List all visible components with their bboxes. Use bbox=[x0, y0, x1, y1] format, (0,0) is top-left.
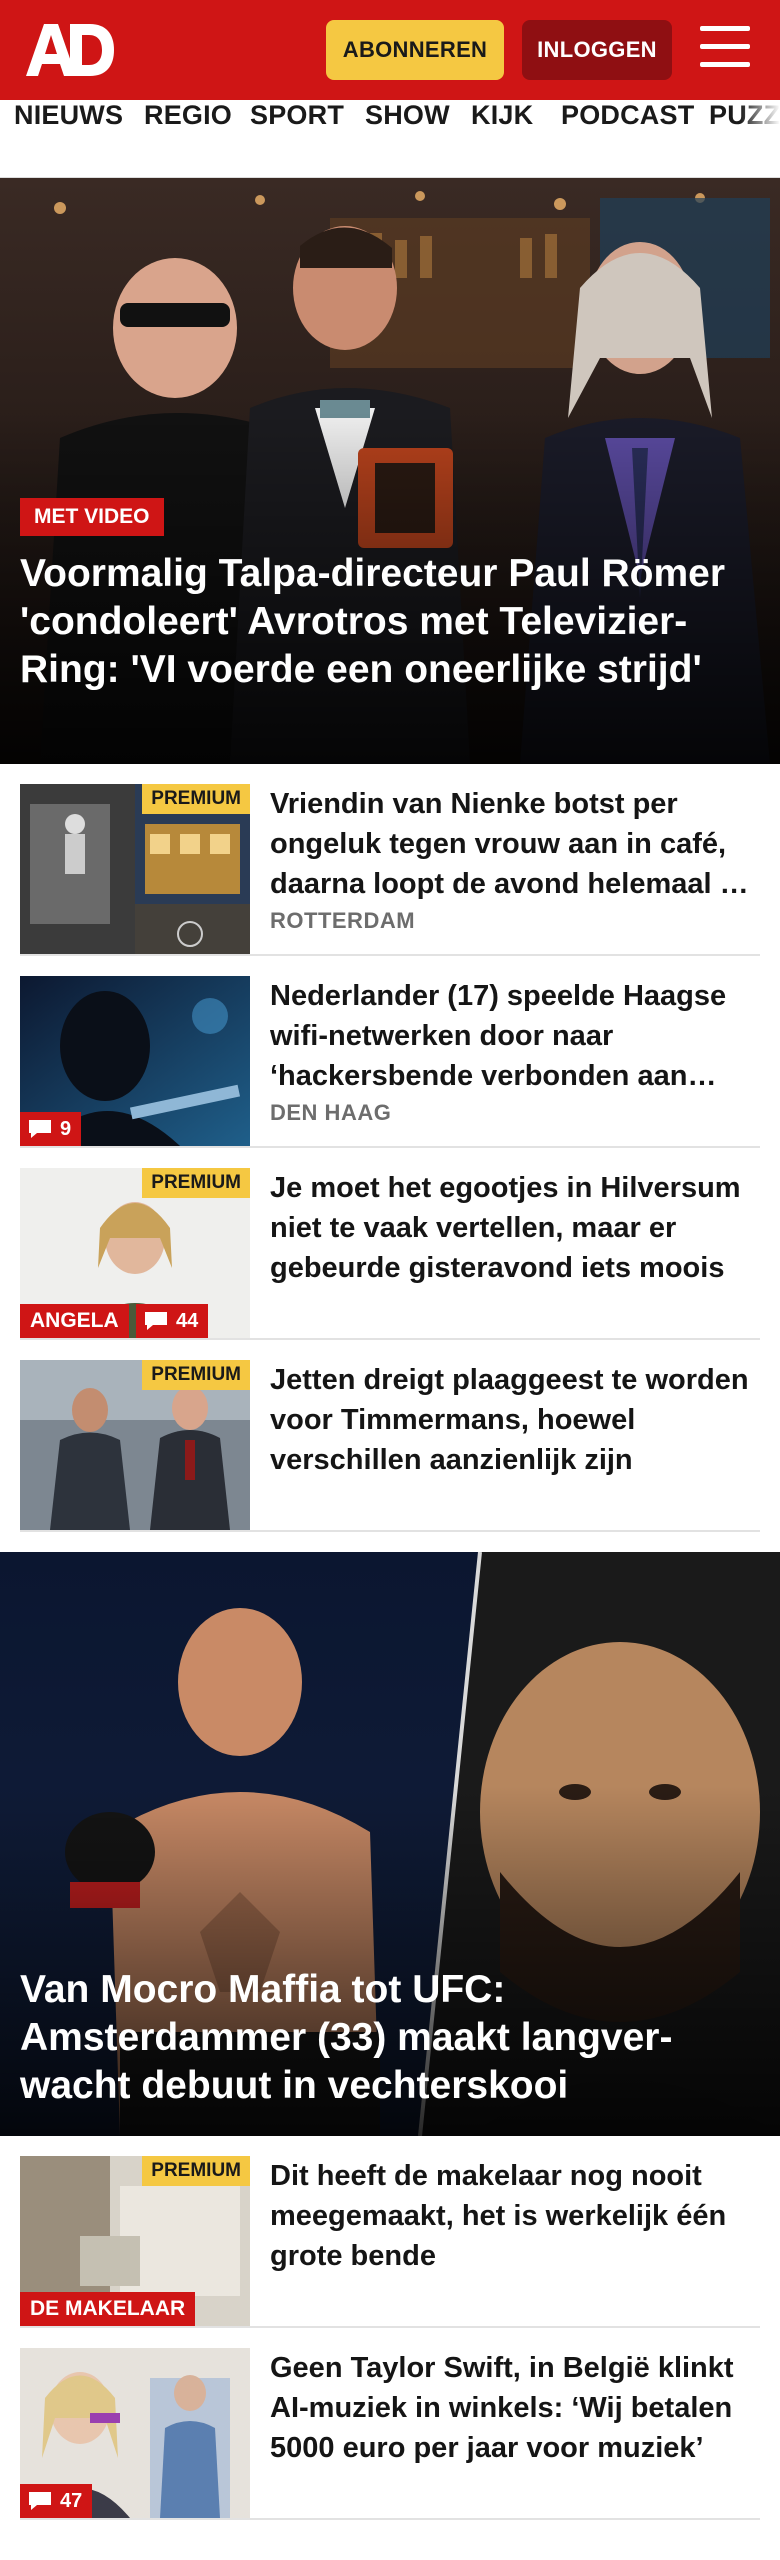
nav-scroll-fade bbox=[740, 100, 780, 177]
comment-count-badge: 44 bbox=[136, 1304, 209, 1338]
nav-item-kijk[interactable]: KIJK bbox=[471, 100, 533, 177]
premium-badge: PREMIUM bbox=[142, 784, 250, 814]
article-headline[interactable]: Je moet het egootjes in Hilversum niet t… bbox=[270, 1168, 760, 1288]
hero-1-title[interactable]: Voormalig Talpa-directeur Paul Römer 'co… bbox=[20, 550, 740, 694]
article-thumbnail: PREMIUM bbox=[20, 784, 250, 954]
login-button[interactable]: INLOGGEN bbox=[522, 20, 672, 80]
nav-item-regio[interactable]: REGIO bbox=[144, 100, 232, 177]
article-thumbnail: PREMIUM ANGELA 44 bbox=[20, 1168, 250, 1338]
article-headline[interactable]: Nederlander (17) speelde Haagse wifi-net… bbox=[270, 976, 760, 1096]
nav-item-podcast[interactable]: PODCAST bbox=[561, 100, 694, 177]
section-tag[interactable]: DE MAKELAAR bbox=[20, 2292, 196, 2326]
article-thumbnail: PREMIUM bbox=[20, 1360, 250, 1530]
comment-count: 9 bbox=[60, 1118, 72, 1140]
premium-badge: PREMIUM bbox=[142, 1360, 250, 1390]
article-headline[interactable]: Vriendin van Nienke botst per ongeluk te… bbox=[270, 784, 760, 904]
hamburger-menu-icon[interactable] bbox=[696, 22, 756, 78]
nav-item-sport[interactable]: SPORT bbox=[250, 100, 344, 177]
article-headline[interactable]: Geen Taylor Swift, in België klinkt AI-m… bbox=[270, 2348, 760, 2468]
section-tag[interactable]: ANGELA bbox=[20, 1304, 129, 1338]
list-item[interactable]: 47 Geen Taylor Swift, in België klinkt A… bbox=[20, 2328, 760, 2520]
article-headline[interactable]: Dit heeft de makelaar nog nooit meegemaa… bbox=[270, 2156, 760, 2276]
list-item[interactable]: PREMIUM Vriendin van Nienke botst per on… bbox=[20, 764, 760, 956]
subscribe-button[interactable]: ABONNEREN bbox=[326, 20, 504, 80]
video-badge: MET VIDEO bbox=[20, 498, 164, 536]
list-item[interactable]: 9 Nederlander (17) speelde Haagse wifi-n… bbox=[20, 956, 760, 1148]
comment-icon bbox=[28, 1119, 52, 1139]
comment-count-badge: 47 bbox=[20, 2484, 93, 2518]
ad-logo[interactable] bbox=[24, 20, 116, 80]
article-location: ROTTERDAM bbox=[270, 908, 416, 933]
premium-badge: PREMIUM bbox=[142, 2156, 250, 2186]
article-thumbnail: PREMIUM DE MAKELAAR bbox=[20, 2156, 250, 2326]
section-nav: NIEUWS REGIO SPORT SHOW KIJK PODCAST PUZ… bbox=[0, 100, 780, 178]
list-item[interactable]: PREMIUM DE MAKELAAR Dit heeft de makelaa… bbox=[20, 2136, 760, 2328]
nav-item-show[interactable]: SHOW bbox=[365, 100, 450, 177]
hero-article-2[interactable]: Van Mocro Maffia tot UFC: Amsterdammer (… bbox=[0, 1552, 780, 2136]
article-headline[interactable]: Jetten dreigt plaaggeest te worden voor … bbox=[270, 1360, 760, 1480]
comment-icon bbox=[144, 1311, 168, 1331]
list-item[interactable]: PREMIUM Jetten dreigt plaaggeest te word… bbox=[20, 1340, 760, 1532]
article-location: DEN HAAG bbox=[270, 1100, 392, 1125]
comment-count: 44 bbox=[176, 1310, 199, 1332]
article-thumbnail: 47 bbox=[20, 2348, 250, 2518]
top-header: ABONNEREN INLOGGEN bbox=[0, 0, 780, 100]
comment-icon bbox=[28, 2491, 52, 2511]
hero-2-title[interactable]: Van Mocro Maffia tot UFC: Amsterdammer (… bbox=[20, 1966, 740, 2110]
list-item[interactable]: PREMIUM ANGELA 44 Je moet het egootjes i… bbox=[20, 1148, 760, 1340]
article-thumbnail: 9 bbox=[20, 976, 250, 1146]
nav-item-nieuws[interactable]: NIEUWS bbox=[14, 100, 123, 177]
comment-count-badge: 9 bbox=[20, 1112, 82, 1146]
premium-badge: PREMIUM bbox=[142, 1168, 250, 1198]
hero-article-1[interactable]: MET VIDEO Voormalig Talpa-directeur Paul… bbox=[0, 178, 780, 764]
comment-count: 47 bbox=[60, 2490, 83, 2512]
